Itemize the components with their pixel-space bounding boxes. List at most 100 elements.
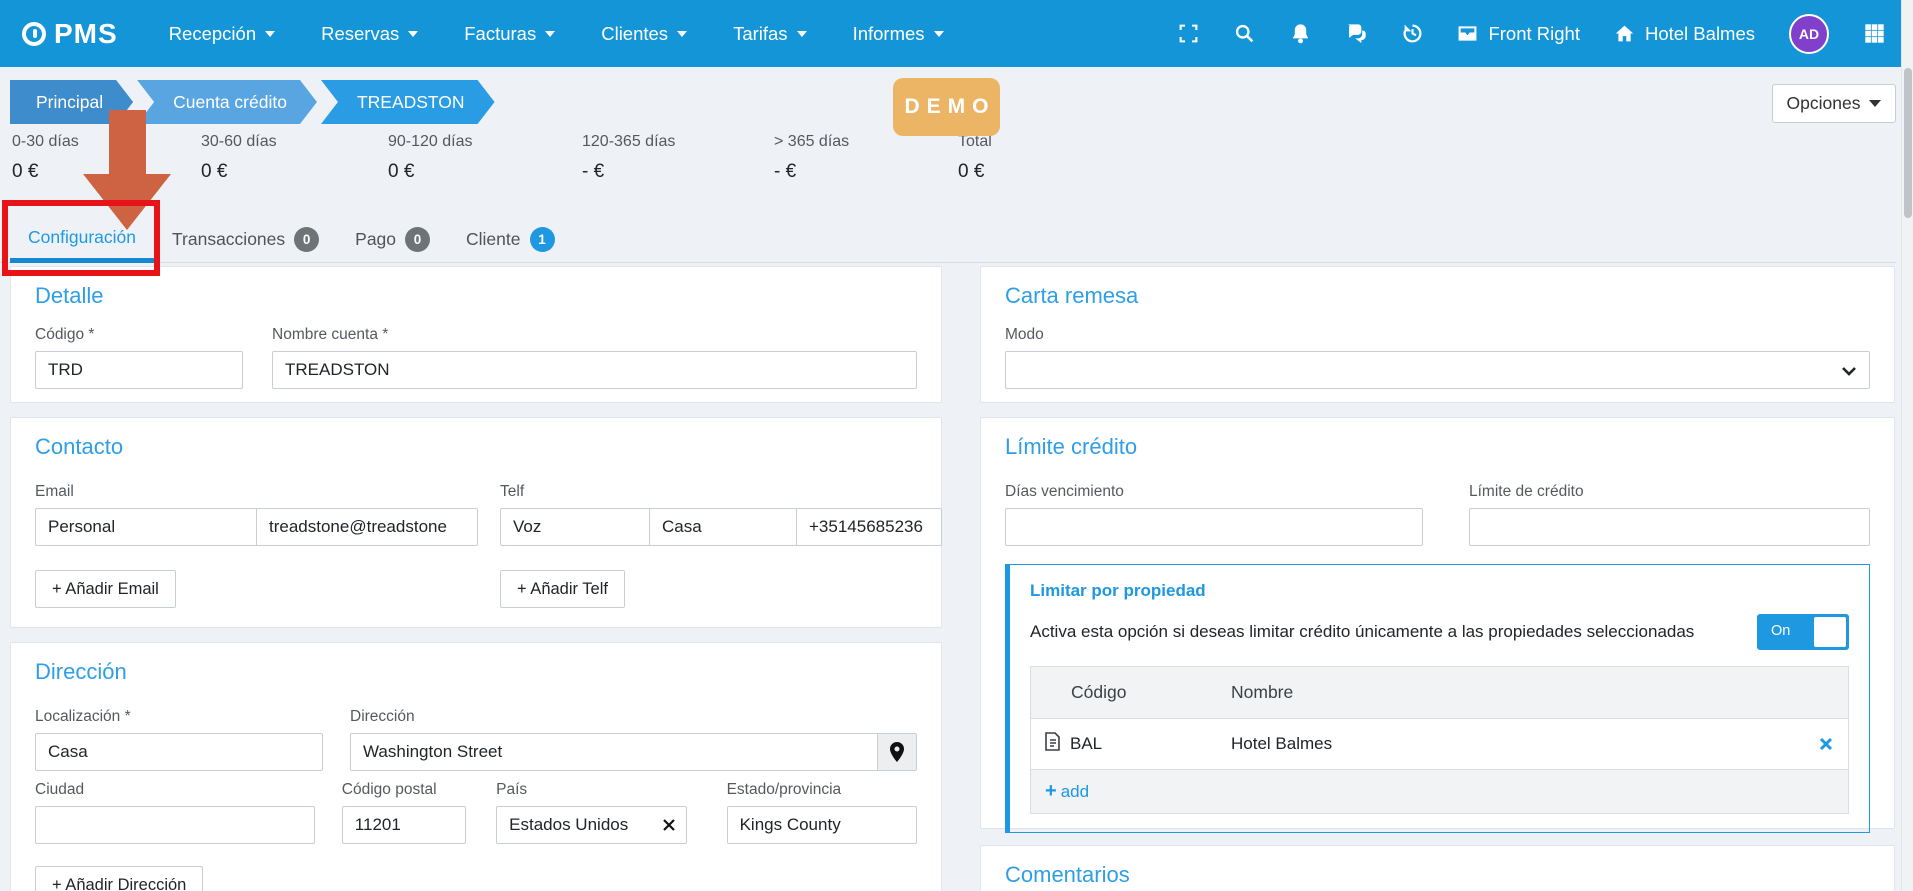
- main-menu: Recepción Reservas Facturas Clientes Tar…: [146, 0, 967, 67]
- map-pin-button[interactable]: [877, 733, 917, 771]
- notifications-bell-icon[interactable]: [1289, 23, 1311, 45]
- email-type-input[interactable]: [35, 508, 257, 546]
- chat-icon[interactable]: [1345, 23, 1367, 45]
- aging-value: 0 €: [12, 161, 79, 183]
- contacto-card: Contacto Email + Añadir Email Telf + Aña…: [10, 417, 942, 628]
- aging-value: - €: [774, 161, 849, 183]
- row-codigo: BAL: [1070, 734, 1102, 754]
- contacto-title: Contacto: [35, 434, 917, 460]
- aging-value: 0 €: [958, 161, 992, 183]
- menu-informes[interactable]: Informes: [830, 0, 967, 67]
- add-telf-button[interactable]: + Añadir Telf: [500, 570, 625, 608]
- email-address-input[interactable]: [256, 508, 478, 546]
- aging-30-60: 30-60 días 0 €: [201, 133, 277, 183]
- limite-de-credito-input[interactable]: [1469, 508, 1870, 546]
- chevron-down-icon: [1841, 363, 1857, 379]
- account-tabs: Configuración Transacciones 0 Pago 0 Cli…: [0, 216, 1896, 263]
- dias-vencimiento-input[interactable]: [1005, 508, 1423, 546]
- menu-recepcion[interactable]: Recepción: [146, 0, 298, 67]
- options-button[interactable]: Opciones: [1772, 84, 1896, 123]
- phone-subtype-input[interactable]: [649, 508, 797, 546]
- demo-badge: DEMO: [893, 78, 1000, 136]
- property-selector[interactable]: Hotel Balmes: [1614, 23, 1755, 45]
- tab-configuracion[interactable]: Configuración: [10, 216, 154, 263]
- scrollbar-thumb[interactable]: [1904, 68, 1912, 218]
- page-scrollbar[interactable]: [1901, 0, 1913, 891]
- estado-provincia-input[interactable]: [727, 806, 917, 844]
- ciudad-label: Ciudad: [35, 781, 315, 799]
- breadcrumb-treadston[interactable]: TREADSTON: [321, 80, 495, 124]
- modo-select[interactable]: [1005, 351, 1870, 389]
- menu-tarifas[interactable]: Tarifas: [710, 0, 830, 67]
- tab-label: Pago: [355, 229, 396, 250]
- telf-label: Telf: [500, 483, 942, 501]
- dias-vencimiento-label: Días vencimiento: [1005, 483, 1423, 501]
- detalle-title: Detalle: [35, 283, 917, 309]
- clear-pais-icon[interactable]: [663, 819, 675, 831]
- app-logo[interactable]: PMS: [22, 18, 118, 50]
- menu-label: Clientes: [601, 23, 668, 45]
- tab-count-badge: 0: [405, 227, 430, 252]
- aging-value: 0 €: [388, 161, 473, 183]
- menu-label: Facturas: [464, 23, 536, 45]
- carta-remesa-card: Carta remesa Modo: [980, 266, 1895, 403]
- remove-property-button[interactable]: [1804, 737, 1848, 751]
- breadcrumb-cuenta-credito[interactable]: Cuenta crédito: [137, 80, 317, 124]
- aging-value: - €: [582, 161, 675, 183]
- pais-input[interactable]: [496, 806, 686, 844]
- fullscreen-icon[interactable]: [1177, 23, 1199, 45]
- tab-transacciones[interactable]: Transacciones 0: [154, 216, 337, 263]
- codigo-postal-input[interactable]: [342, 806, 466, 844]
- add-property-link[interactable]: + add: [1031, 780, 1089, 803]
- menu-label: Tarifas: [733, 23, 788, 45]
- col-header-codigo: Código: [1071, 682, 1126, 703]
- tab-count-badge: 0: [294, 227, 319, 252]
- add-email-button[interactable]: + Añadir Email: [35, 570, 176, 608]
- apps-grid-icon[interactable]: [1863, 23, 1885, 45]
- localizacion-label: Localización *: [35, 708, 323, 726]
- phone-type-input[interactable]: [500, 508, 650, 546]
- chevron-down-icon: [797, 31, 807, 37]
- limitar-description: Activa esta opción si deseas limitar cré…: [1030, 622, 1694, 642]
- menu-reservas[interactable]: Reservas: [298, 0, 441, 67]
- codigo-label: Código *: [35, 326, 243, 344]
- top-navigation-bar: PMS Recepción Reservas Facturas Clientes…: [0, 0, 1901, 67]
- history-icon[interactable]: [1401, 23, 1423, 45]
- pais-label: País: [496, 781, 686, 799]
- aging-0-30: 0-30 días 0 €: [12, 133, 79, 183]
- tab-label: Transacciones: [172, 229, 285, 250]
- close-icon: [1819, 737, 1833, 751]
- add-direccion-button[interactable]: + Añadir Dirección: [35, 866, 203, 891]
- table-row: BAL Hotel Balmes: [1031, 719, 1848, 769]
- breadcrumb-principal[interactable]: Principal: [10, 80, 133, 124]
- localizacion-input[interactable]: [35, 733, 323, 771]
- inbox-icon: [1457, 23, 1478, 44]
- codigo-input[interactable]: [35, 351, 243, 389]
- limitar-toggle[interactable]: On: [1757, 614, 1849, 650]
- phone-number-input[interactable]: [796, 508, 942, 546]
- map-pin-icon: [889, 742, 905, 762]
- menu-clientes[interactable]: Clientes: [578, 0, 710, 67]
- tab-count-badge: 1: [530, 227, 555, 252]
- breadcrumb-label: TREADSTON: [357, 92, 465, 113]
- nombre-cuenta-label: Nombre cuenta *: [272, 326, 917, 344]
- search-icon[interactable]: [1233, 23, 1255, 45]
- app-logo-text: PMS: [54, 18, 118, 50]
- aging-120-365: 120-365 días - €: [582, 133, 675, 183]
- direccion-input[interactable]: [350, 733, 878, 771]
- toggle-knob: [1814, 617, 1846, 647]
- menu-facturas[interactable]: Facturas: [441, 0, 578, 67]
- tab-label: Cliente: [466, 229, 520, 250]
- tab-pago[interactable]: Pago 0: [337, 216, 448, 263]
- front-office-selector[interactable]: Front Right: [1457, 23, 1580, 45]
- tab-cliente[interactable]: Cliente 1: [448, 216, 572, 263]
- ciudad-input[interactable]: [35, 806, 315, 844]
- user-avatar[interactable]: AD: [1789, 14, 1829, 54]
- direccion-card: Dirección Localización * Dirección Ciuda…: [10, 642, 942, 891]
- comentarios-card: Comentarios: [980, 845, 1895, 891]
- codigo-postal-label: Código postal: [342, 781, 466, 799]
- aging-total: Total 0 €: [958, 133, 992, 183]
- nombre-cuenta-input[interactable]: [272, 351, 917, 389]
- chevron-down-icon: [265, 31, 275, 37]
- carta-remesa-title: Carta remesa: [1005, 283, 1870, 309]
